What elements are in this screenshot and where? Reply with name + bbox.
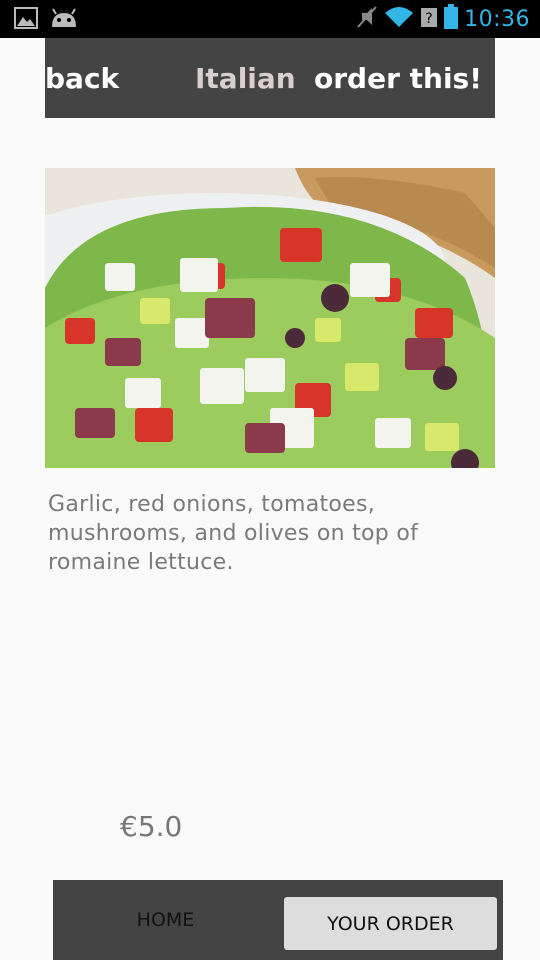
action-bar: back Italian order this!: [45, 38, 495, 118]
android-icon: [50, 7, 78, 33]
no-signal-icon: ?: [420, 5, 438, 33]
dish-price: €5.0: [120, 810, 183, 843]
dish-description: Garlic, red onions, tomatoes, mushrooms,…: [48, 492, 419, 575]
clock: 10:36: [464, 6, 530, 32]
order-this-button[interactable]: order this!: [314, 62, 482, 95]
category-title: Italian: [195, 62, 296, 95]
back-button[interactable]: back: [45, 62, 119, 95]
status-bar: ? 10:36: [0, 0, 540, 38]
wifi-icon: [384, 5, 414, 33]
home-button[interactable]: HOME: [53, 880, 278, 960]
mute-icon: [356, 5, 378, 33]
battery-icon: [444, 4, 459, 34]
bottom-nav: HOME YOUR ORDER: [53, 880, 503, 960]
svg-text:?: ?: [425, 11, 432, 27]
gallery-icon: [14, 7, 38, 33]
your-order-button[interactable]: YOUR ORDER: [284, 897, 497, 950]
dish-image: [45, 168, 495, 468]
